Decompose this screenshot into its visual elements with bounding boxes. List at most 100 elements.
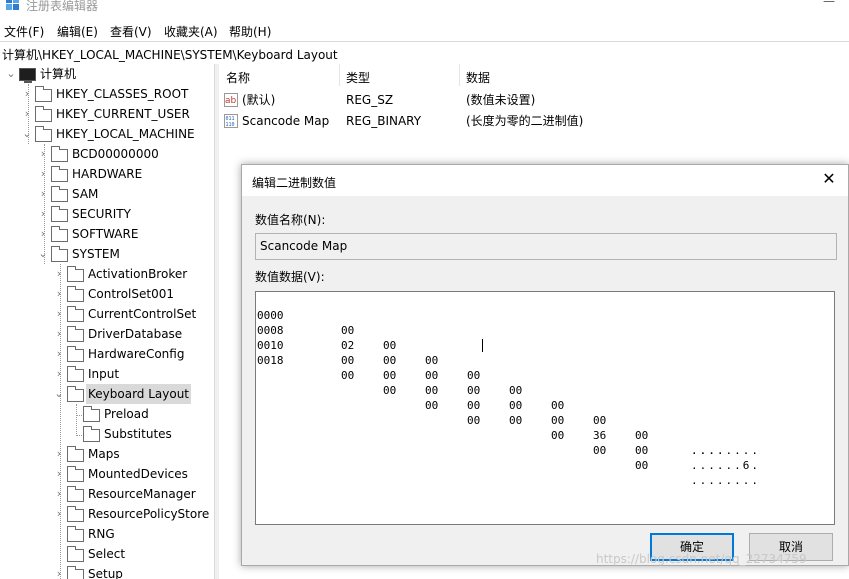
hex-byte[interactable]: 00 <box>467 413 480 428</box>
tree-item-rng[interactable]: RNG <box>0 524 214 544</box>
chevron-right-icon[interactable]: › <box>22 104 32 124</box>
tree-item-input[interactable]: › Input <box>0 364 214 384</box>
chevron-right-icon[interactable]: › <box>54 364 64 384</box>
column-header-type[interactable]: 类型 <box>346 69 370 86</box>
chevron-right-icon[interactable]: › <box>38 204 48 224</box>
hex-byte[interactable]: 00 <box>509 383 522 398</box>
chevron-down-icon[interactable]: ⌄ <box>6 64 16 84</box>
close-icon[interactable]: ✕ <box>820 170 838 188</box>
watermark-text: https://blog.csdn.net/qq_22734759 <box>596 552 807 566</box>
hex-byte[interactable]: 00 <box>635 458 648 473</box>
list-item[interactable]: ab (默认) REG_SZ (数值未设置) <box>219 90 849 110</box>
hex-byte[interactable]: 00 <box>635 428 648 443</box>
tree-item-driverdatabase[interactable]: › DriverDatabase <box>0 324 214 344</box>
hex-byte[interactable]: 00 <box>509 398 522 413</box>
dialog-title-bar[interactable]: 编辑二进制数值 ✕ <box>242 165 848 196</box>
hex-byte[interactable]: 00 <box>551 428 564 443</box>
chevron-right-icon[interactable]: › <box>54 464 64 484</box>
hex-byte[interactable]: 36 <box>593 428 606 443</box>
chevron-right-icon[interactable]: › <box>54 264 64 284</box>
hex-byte[interactable]: 00 <box>383 338 396 353</box>
tree-item-bcd[interactable]: › BCD00000000 <box>0 144 214 164</box>
chevron-down-icon[interactable]: ⌄ <box>22 124 32 144</box>
hex-byte[interactable]: 00 <box>509 413 522 428</box>
chevron-right-icon[interactable]: › <box>22 84 32 104</box>
hex-byte[interactable]: 00 <box>593 443 606 458</box>
hex-byte[interactable]: 00 <box>425 398 438 413</box>
hex-byte[interactable]: 00 <box>341 368 354 383</box>
hex-byte[interactable]: 00 <box>593 413 606 428</box>
tree-item-maps[interactable]: › Maps <box>0 444 214 464</box>
hex-byte[interactable]: 00 <box>551 398 564 413</box>
chevron-right-icon[interactable]: › <box>54 564 64 579</box>
key-tree[interactable]: ⌄ 计算机 › HKEY_CLASSES_ROOT › HKEY_CURRENT… <box>0 64 214 579</box>
hex-byte[interactable]: 00 <box>383 353 396 368</box>
chevron-down-icon[interactable]: ⌄ <box>38 244 48 264</box>
folder-icon <box>51 146 68 162</box>
hex-byte[interactable]: 00 <box>467 368 480 383</box>
chevron-right-icon[interactable]: › <box>38 224 48 244</box>
tree-item-hklm[interactable]: ⌄ HKEY_LOCAL_MACHINE <box>0 124 214 144</box>
hex-byte[interactable]: 00 <box>425 383 438 398</box>
hex-byte[interactable]: 00 <box>383 368 396 383</box>
tree-item-software[interactable]: › SOFTWARE <box>0 224 214 244</box>
menu-file[interactable]: 文件(F) <box>4 23 44 40</box>
tree-item-hkcu[interactable]: › HKEY_CURRENT_USER <box>0 104 214 124</box>
hex-byte[interactable]: 00 <box>383 383 396 398</box>
chevron-right-icon[interactable]: › <box>54 304 64 324</box>
chevron-right-icon[interactable]: › <box>38 184 48 204</box>
column-header-name[interactable]: 名称 <box>226 69 250 86</box>
tree-item-hardwareconfig[interactable]: › HardwareConfig <box>0 344 214 364</box>
tree-item-select[interactable]: Select <box>0 544 214 564</box>
tree-item-hardware[interactable]: › HARDWARE <box>0 164 214 184</box>
chevron-right-icon[interactable]: › <box>54 504 64 524</box>
hex-byte[interactable]: 00 <box>635 443 648 458</box>
tree-item-resourcemanager[interactable]: › ResourceManager <box>0 484 214 504</box>
column-header-data[interactable]: 数据 <box>466 69 490 86</box>
hex-byte[interactable]: 00 <box>551 413 564 428</box>
hex-byte[interactable]: 00 <box>341 323 354 338</box>
tree-item-computer[interactable]: ⌄ 计算机 <box>0 64 214 84</box>
tree-item-activationbroker[interactable]: › ActivationBroker <box>0 264 214 284</box>
tree-item-preload[interactable]: Preload <box>0 404 214 424</box>
tree-item-hkcr[interactable]: › HKEY_CLASSES_ROOT <box>0 84 214 104</box>
hex-byte[interactable]: 00 <box>425 368 438 383</box>
chevron-right-icon[interactable]: › <box>54 284 64 304</box>
chevron-right-icon[interactable]: › <box>38 144 48 164</box>
hex-row: 0008 02 00 00 00 00 00 36 00 ......6. <box>257 308 758 472</box>
minimize-button[interactable]: — <box>823 0 835 8</box>
tree-item-currentcontrolset[interactable]: › CurrentControlSet <box>0 304 214 324</box>
menu-favorites[interactable]: 收藏夹(A) <box>164 23 218 40</box>
chevron-right-icon[interactable]: › <box>38 164 48 184</box>
menu-edit[interactable]: 编辑(E) <box>57 23 98 40</box>
tree-item-system[interactable]: ⌄ SYSTEM <box>0 244 214 264</box>
tree-item-sam[interactable]: › SAM <box>0 184 214 204</box>
folder-open-icon <box>51 246 68 262</box>
chevron-down-icon[interactable]: ⌄ <box>54 384 64 404</box>
chevron-right-icon[interactable]: › <box>54 484 64 504</box>
tree-item-security[interactable]: › SECURITY <box>0 204 214 224</box>
chevron-right-icon[interactable]: › <box>54 324 64 344</box>
address-path[interactable]: 计算机\HKEY_LOCAL_MACHINE\SYSTEM\Keyboard L… <box>2 46 338 63</box>
hex-byte[interactable]: 00 <box>467 383 480 398</box>
address-bar[interactable]: 计算机\HKEY_LOCAL_MACHINE\SYSTEM\Keyboard L… <box>0 41 849 65</box>
hex-byte[interactable]: 00 <box>425 353 438 368</box>
tree-item-mounteddevices[interactable]: › MountedDevices <box>0 464 214 484</box>
menu-view[interactable]: 查看(V) <box>110 23 152 40</box>
chevron-right-icon[interactable]: › <box>54 444 64 464</box>
tree-item-resourcepolicystore[interactable]: › ResourcePolicyStore <box>0 504 214 524</box>
list-item[interactable]: 011 110 Scancode Map REG_BINARY (长度为零的二进… <box>219 111 849 131</box>
tree-item-substitutes[interactable]: Substitutes <box>0 424 214 444</box>
tree-item-label: CurrentControlSet <box>88 307 197 321</box>
folder-icon <box>67 506 84 522</box>
tree-item-label: BCD00000000 <box>72 147 159 161</box>
hex-byte[interactable]: 02 <box>341 338 354 353</box>
tree-item-keyboard-layout[interactable]: ⌄ Keyboard Layout <box>0 384 214 404</box>
menu-help[interactable]: 帮助(H) <box>229 23 271 40</box>
hex-editor[interactable]: 0000 00 00 00 00 00 00 00 00 ........ 00… <box>255 291 835 525</box>
tree-item-setup[interactable]: › Setup <box>0 564 214 579</box>
chevron-right-icon[interactable]: › <box>54 344 64 364</box>
hex-byte[interactable]: 00 <box>467 398 480 413</box>
tree-item-controlset001[interactable]: › ControlSet001 <box>0 284 214 304</box>
hex-byte[interactable]: 00 <box>341 353 354 368</box>
